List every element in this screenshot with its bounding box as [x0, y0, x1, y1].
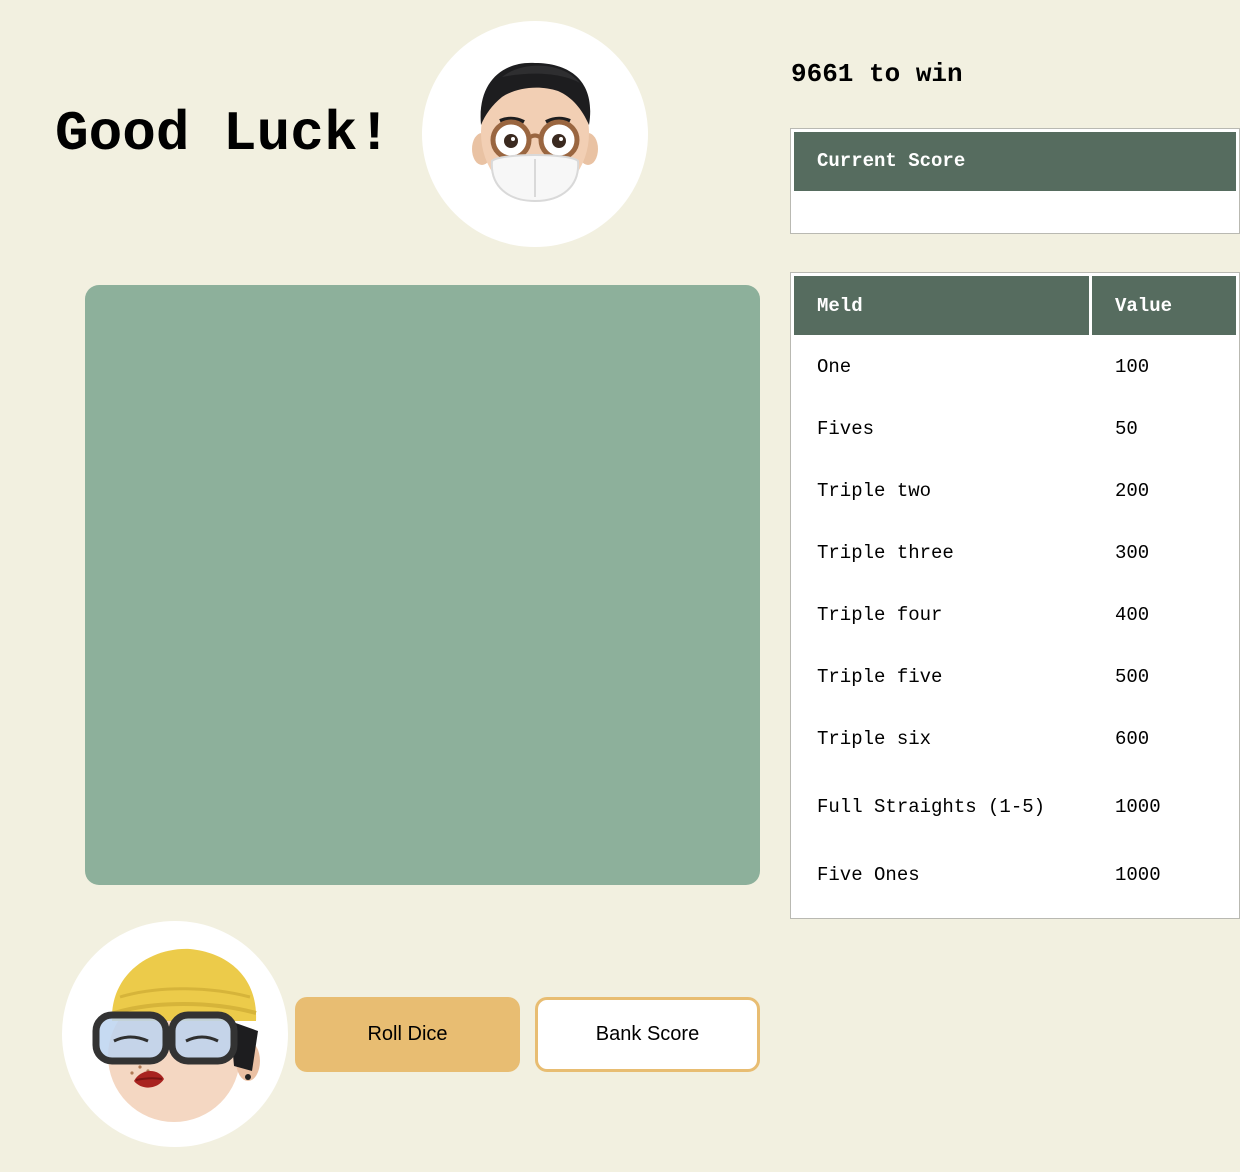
meld-value: 100 [1115, 356, 1150, 378]
table-row: Triple four 400 [794, 586, 1236, 645]
bank-score-button[interactable]: Bank Score [535, 997, 760, 1072]
table-row: Fives 50 [794, 400, 1236, 459]
meld-value: 300 [1115, 542, 1150, 564]
table-row: Triple five 500 [794, 648, 1236, 707]
meld-value: 1000 [1115, 796, 1161, 818]
meld-name: Fives [817, 418, 875, 440]
meld-value: 50 [1115, 418, 1138, 440]
table-row: One 100 [794, 338, 1236, 397]
meld-table-panel: Meld Value One 100 Fives 50 Triple two 2… [790, 272, 1240, 919]
meld-name: One [817, 356, 852, 378]
table-row: Triple three 300 [794, 524, 1236, 583]
opponent-memoji-icon [472, 62, 598, 203]
meld-value: 400 [1115, 604, 1150, 626]
meld-name: Full Straights (1-5) [817, 796, 1046, 818]
roll-dice-button[interactable]: Roll Dice [295, 997, 520, 1072]
player-avatar [62, 921, 288, 1147]
meld-value: 600 [1115, 728, 1150, 750]
table-row: Full Straights (1-5) 1000 [794, 772, 1236, 843]
target-score-text: 9661 to win [791, 59, 963, 89]
meld-name: Triple three [817, 542, 954, 564]
meld-table-header-row: Meld Value [794, 276, 1236, 335]
current-score-header: Current Score [794, 132, 1236, 191]
meld-value: 500 [1115, 666, 1150, 688]
meld-name: Triple six [817, 728, 932, 750]
opponent-avatar [422, 21, 648, 247]
current-score-panel: Current Score [790, 128, 1240, 234]
value-column-header: Value [1092, 276, 1236, 335]
dice-board [85, 285, 760, 885]
meld-name: Triple five [817, 666, 943, 688]
table-row: Five Ones 1000 [794, 846, 1236, 905]
meld-column-header: Meld [794, 276, 1089, 335]
page-title: Good Luck! [55, 102, 392, 166]
table-row: Triple six 600 [794, 710, 1236, 769]
meld-name: Five Ones [817, 864, 920, 886]
meld-value: 200 [1115, 480, 1150, 502]
player-memoji-icon [92, 948, 260, 1122]
table-row: Triple two 200 [794, 462, 1236, 521]
current-score-value [817, 191, 1236, 231]
meld-value: 1000 [1115, 864, 1161, 886]
meld-table: Meld Value One 100 Fives 50 Triple two 2… [791, 273, 1239, 908]
meld-name: Triple two [817, 480, 932, 502]
meld-name: Triple four [817, 604, 943, 626]
